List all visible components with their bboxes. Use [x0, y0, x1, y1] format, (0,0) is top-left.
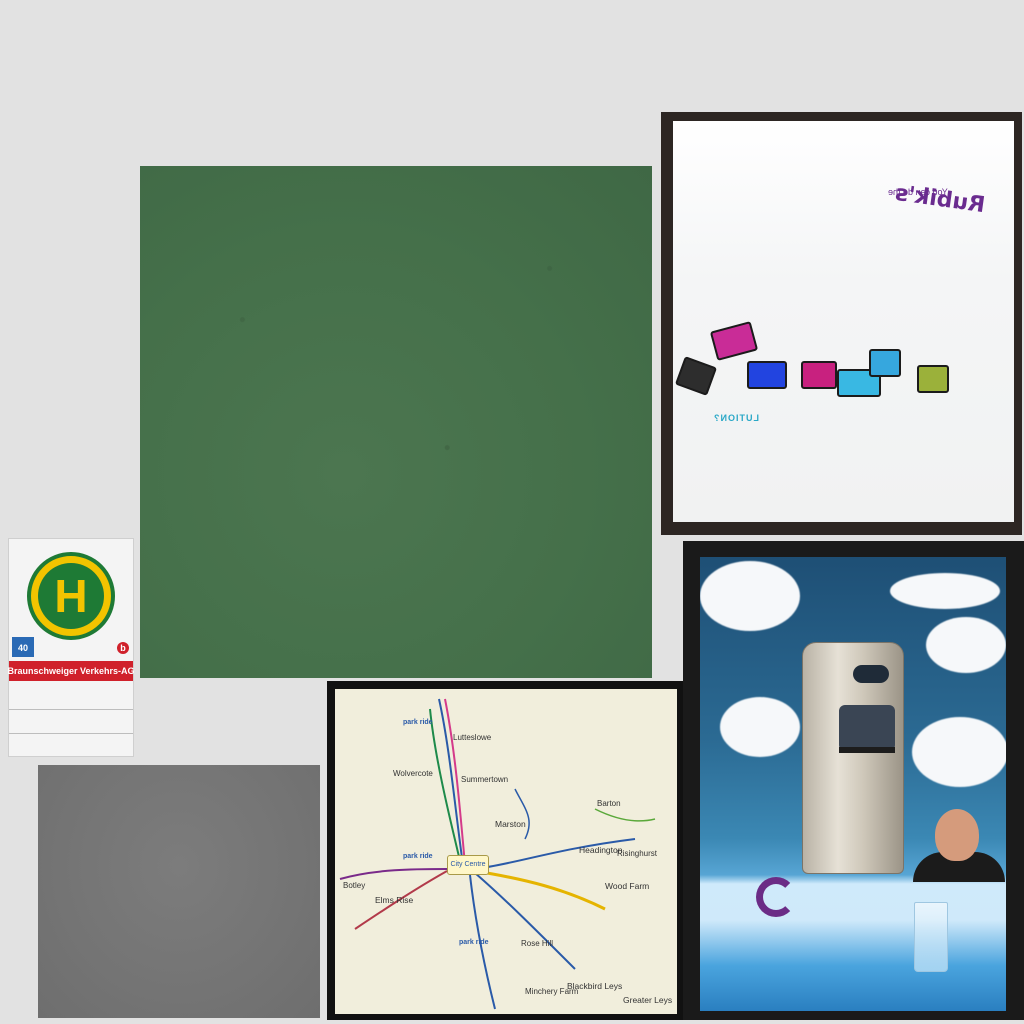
place-label: Greater Leys [623, 995, 673, 1005]
place-label: Lutteslowe [453, 733, 492, 742]
bus-map: City Centre Lutteslowe Summertown Wolver… [335, 689, 677, 1014]
sign-divider [9, 733, 133, 734]
place-label: Marston [495, 819, 526, 829]
bus-map-poster: City Centre Lutteslowe Summertown Wolver… [327, 681, 683, 1020]
cloud-shape [700, 561, 800, 631]
green-texture-tile [140, 166, 652, 678]
cloud-shape [926, 617, 1006, 673]
gray-texture-tile [38, 765, 320, 1018]
place-label: Wood Farm [605, 881, 650, 891]
place-label: Minchery Farm [525, 987, 579, 996]
operator-logo: b [117, 642, 129, 654]
park-ride-label: park ride [403, 719, 433, 726]
place-label: Rose Hill [521, 939, 554, 948]
water-cooler-poster [683, 541, 1024, 1020]
person-head [935, 809, 979, 861]
operator-name-bar: Braunschweiger Verkehrs-AG [7, 661, 135, 681]
rubiks-poster: You can do the Rubik's LUTION? [661, 112, 1022, 535]
swirl-logo-icon [756, 877, 796, 917]
cooler-dispense-area [839, 705, 895, 751]
place-label: Elms Rise [375, 895, 414, 905]
place-label: Headington [579, 845, 623, 855]
rubiks-logo: Rubik's [893, 180, 987, 219]
bus-stop-emblem-inner: H [38, 563, 104, 629]
place-label: Barton [597, 799, 621, 808]
rubiks-cube-piece [674, 356, 718, 396]
place-label: Wolvercote [393, 769, 433, 778]
park-ride-label: park ride [459, 939, 489, 946]
bus-stop-letter: H [54, 570, 88, 622]
bus-stop-sign: H 40 b Braunschweiger Verkehrs-AG [7, 538, 135, 757]
sign-divider [9, 709, 133, 710]
cooler-display [853, 665, 889, 683]
place-label: Summertown [461, 775, 509, 784]
bus-stop-emblem: H [27, 552, 115, 640]
rubiks-cube-piece [747, 361, 787, 389]
rubiks-cube-piece [801, 361, 837, 389]
rubiks-cube-piece [869, 349, 901, 377]
water-cooler-poster-image [700, 557, 1006, 1011]
rubiks-poster-paper: You can do the Rubik's LUTION? [673, 121, 1014, 522]
rubiks-cube-piece [709, 321, 759, 361]
rubiks-cube-piece [917, 365, 949, 393]
city-centre-label: City Centre [447, 855, 489, 875]
route-number-badge: 40 [12, 637, 34, 657]
place-label: Risinghurst [617, 849, 658, 858]
cloud-shape [912, 717, 1006, 787]
cloud-shape [890, 573, 1000, 609]
water-glass [914, 902, 948, 972]
cooler-drip-tray [839, 747, 895, 753]
place-label: Botley [343, 881, 366, 890]
rubiks-slogan: LUTION? [713, 413, 759, 423]
cloud-shape [720, 697, 800, 757]
park-ride-label: park ride [403, 853, 433, 860]
water-cooler [802, 642, 904, 874]
